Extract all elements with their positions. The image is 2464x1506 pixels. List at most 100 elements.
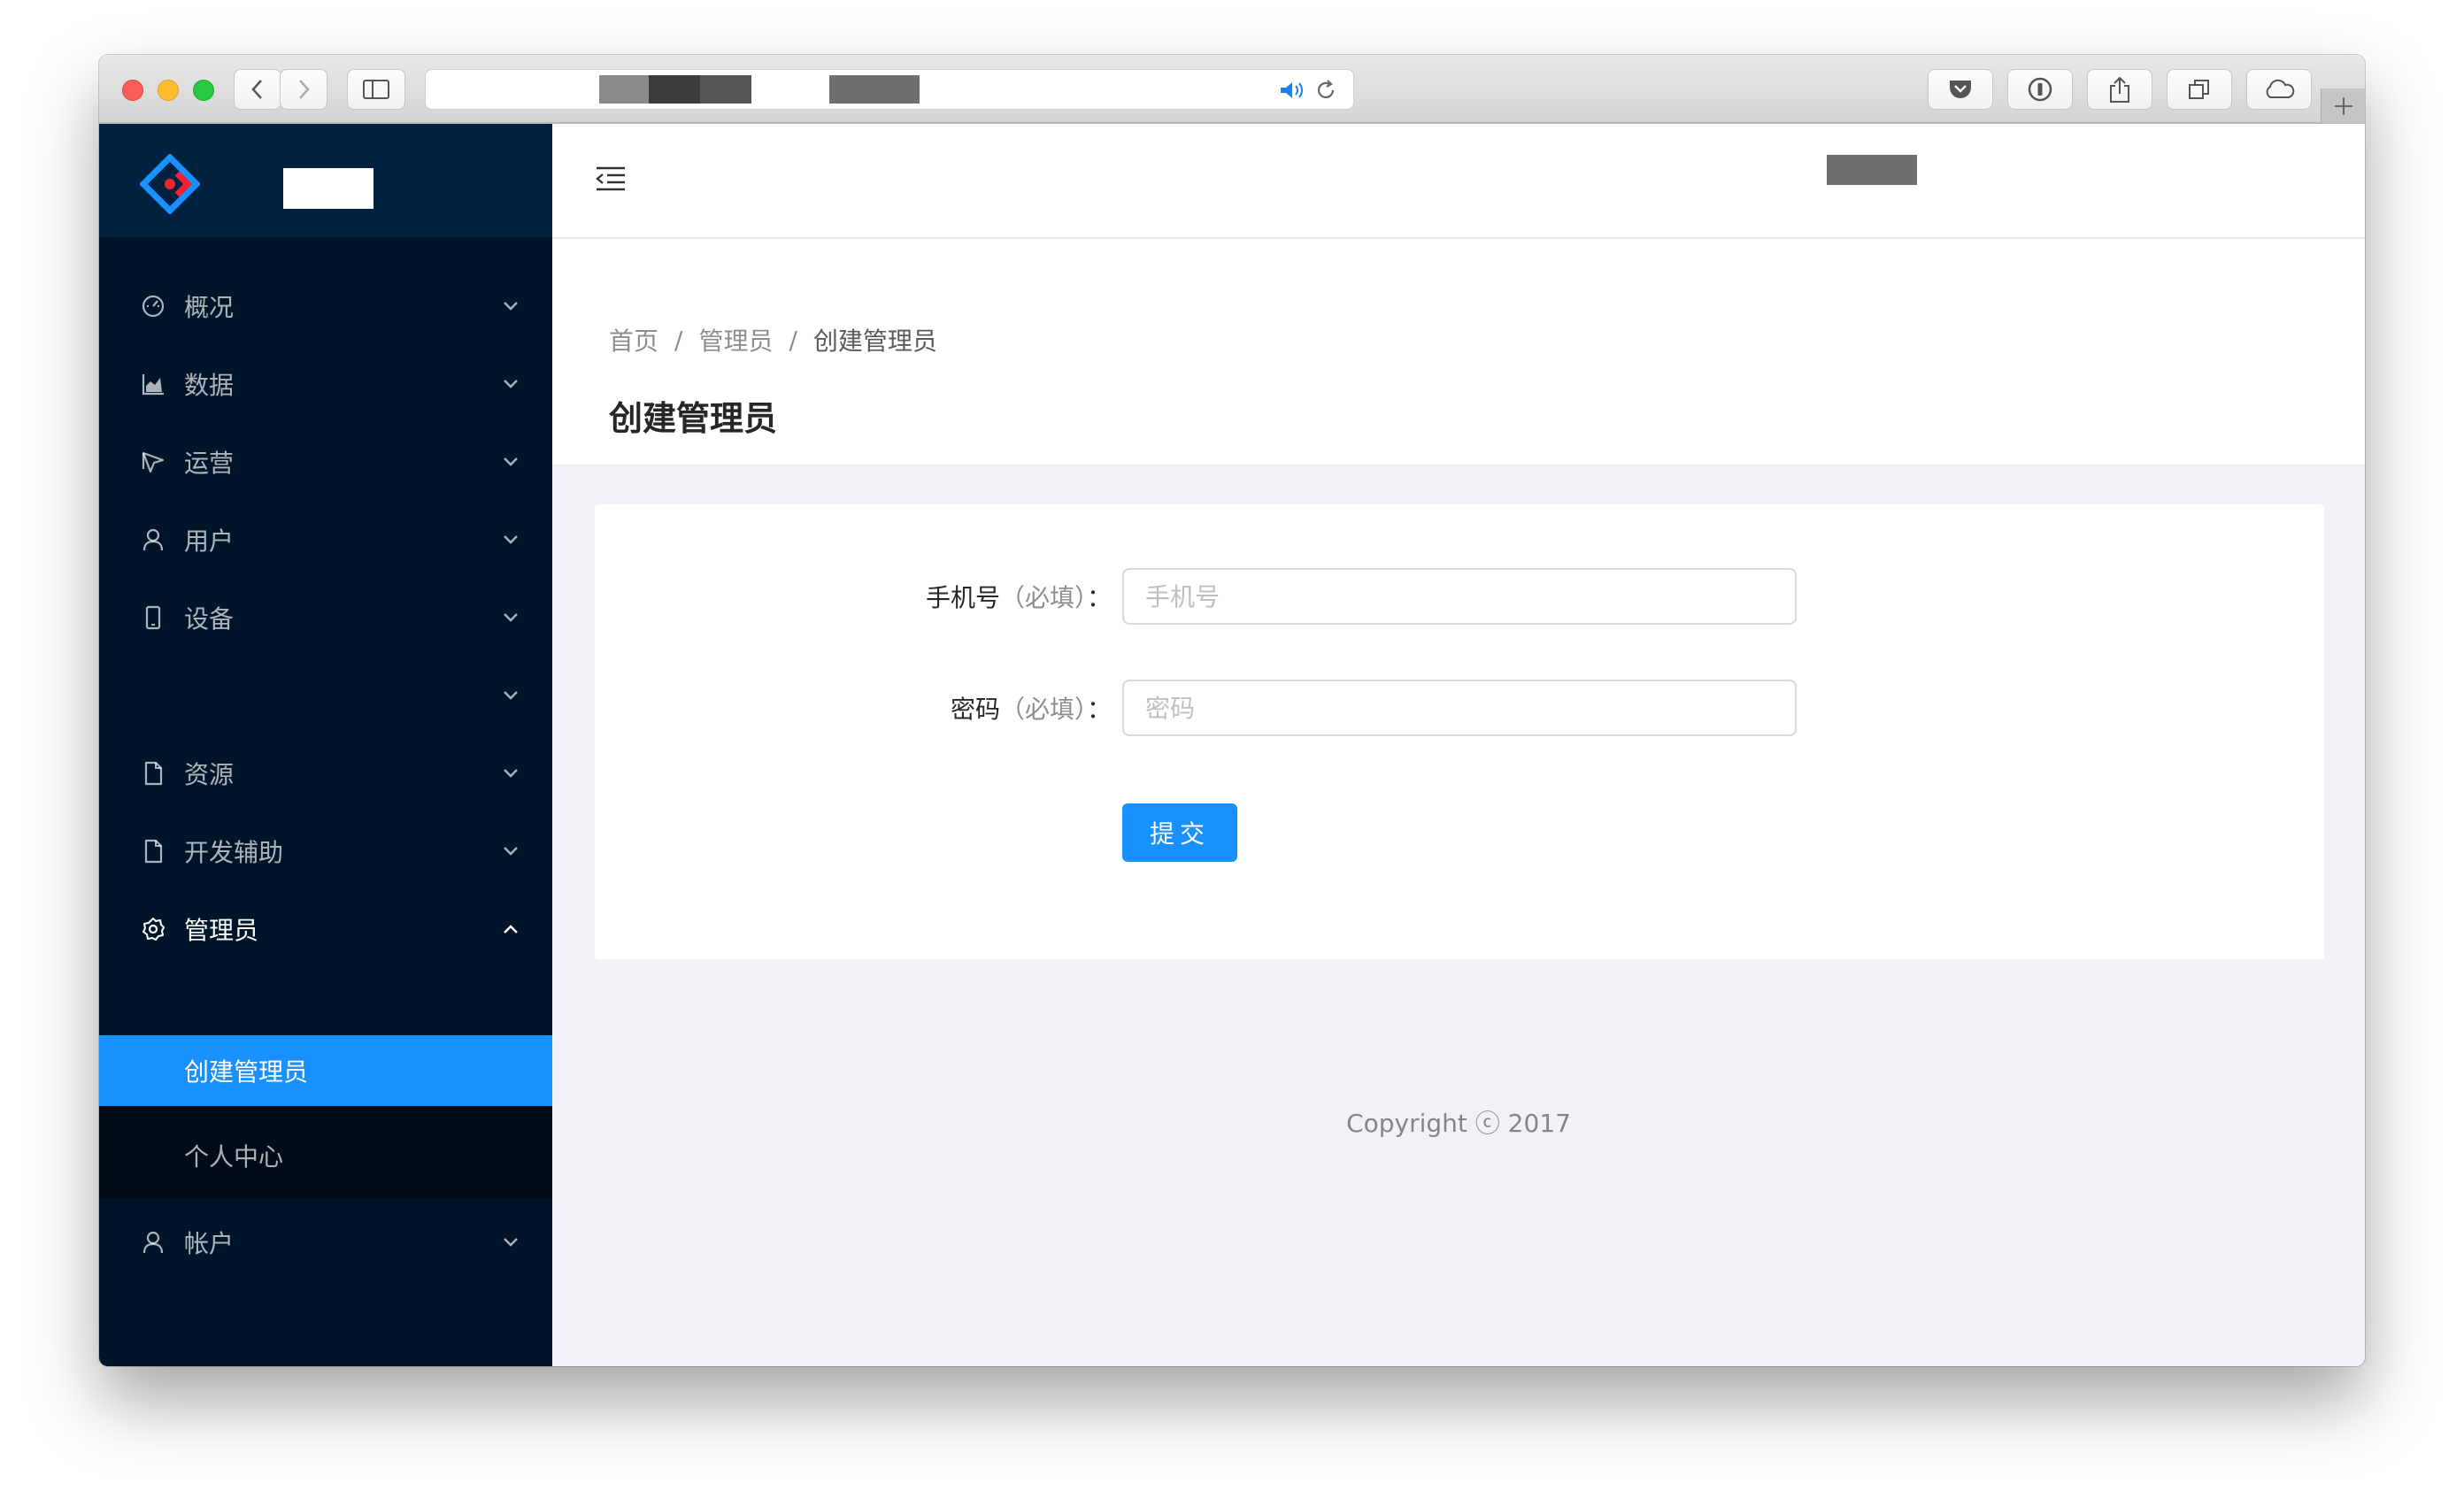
menu-item-operations[interactable]: 运营 <box>99 423 552 501</box>
dashboard-icon <box>140 293 166 319</box>
menu-fold-icon[interactable] <box>595 163 627 195</box>
new-tab-button[interactable] <box>2321 88 2365 124</box>
sidebar-header <box>99 124 552 237</box>
top-header <box>552 124 2365 237</box>
menu-item-data[interactable]: 数据 <box>99 345 552 423</box>
logo-icon[interactable] <box>140 154 200 214</box>
breadcrumb-current: 创建管理员 <box>812 327 937 356</box>
breadcrumb-admins-link[interactable]: 管理员 <box>698 322 773 357</box>
back-button[interactable] <box>234 69 281 110</box>
page-title: 创建管理员 <box>609 399 778 438</box>
password-manager-button[interactable] <box>2007 69 2073 110</box>
chevron-right-icon <box>299 80 310 99</box>
password-manager-icon <box>2028 77 2052 102</box>
menu-item-dev-tools[interactable]: 开发辅助 <box>99 812 552 890</box>
page-header: 首页 / 管理员 / 创建管理员 创建管理员 <box>552 239 2365 465</box>
address-bar[interactable] <box>425 69 1354 110</box>
redacted-block <box>599 75 649 104</box>
menu-item-label: 开发辅助 <box>184 838 284 867</box>
submenu-item-create-admin[interactable]: 创建管理员 <box>99 1035 552 1106</box>
zoom-window-button[interactable] <box>193 80 214 101</box>
reload-icon[interactable] <box>1314 79 1337 102</box>
required-hint: （必填） <box>999 583 1087 612</box>
menu-item-label: 数据 <box>184 371 235 400</box>
password-input[interactable] <box>1122 680 1797 736</box>
breadcrumb-home-link[interactable]: 首页 <box>609 322 658 357</box>
chevron-down-icon <box>501 841 520 861</box>
sidebar-toggle-button[interactable] <box>347 69 405 110</box>
file-icon <box>140 838 166 864</box>
pocket-icon <box>1950 81 1971 98</box>
redacted-block <box>700 75 751 104</box>
chevron-down-icon <box>501 296 520 316</box>
user-icon <box>140 526 166 553</box>
plus-icon <box>2334 97 2352 115</box>
share-icon <box>2110 76 2129 103</box>
browser-window: 概况 数据 运营 用户 设备 资源 开发辅助 管理员 创建管理员 个人中心 帐户… <box>99 55 2365 1366</box>
user-avatar-redacted[interactable] <box>1827 155 1917 185</box>
label-colon: ： <box>1086 695 1112 724</box>
cursor-icon <box>140 449 166 475</box>
chevron-down-icon <box>501 764 520 783</box>
menu-item-label: 运营 <box>184 449 235 478</box>
menu-item-account[interactable]: 帐户 <box>99 1203 552 1281</box>
menu-item-users[interactable]: 用户 <box>99 501 552 579</box>
menu-item-label: 管理员 <box>184 916 259 945</box>
label-colon: ： <box>1086 583 1112 612</box>
breadcrumb: 首页 / 管理员 / 创建管理员 <box>609 322 937 357</box>
speaker-icon[interactable] <box>1279 81 1309 100</box>
menu-item-unlabeled[interactable] <box>99 657 552 734</box>
area-chart-icon <box>140 371 166 397</box>
chevron-down-icon <box>501 374 520 394</box>
chevron-up-icon <box>501 919 520 939</box>
menu-item-label: 用户 <box>184 526 235 556</box>
submenu-item-label: 个人中心 <box>184 1142 284 1172</box>
redacted-block <box>829 75 920 104</box>
redacted-block <box>649 75 700 104</box>
breadcrumb-separator: / <box>674 325 683 355</box>
menu-item-label: 资源 <box>184 760 235 789</box>
sidebar-icon <box>363 80 389 99</box>
menu-item-label: 帐户 <box>184 1229 235 1258</box>
chevron-down-icon <box>501 608 520 627</box>
forward-button[interactable] <box>280 69 327 110</box>
submit-button[interactable]: 提交 <box>1122 803 1237 862</box>
chevron-down-icon <box>501 1233 520 1252</box>
close-window-button[interactable] <box>122 80 143 101</box>
phone-label-text: 手机号 <box>925 583 1000 612</box>
mobile-icon <box>140 604 166 631</box>
required-hint: （必填） <box>999 695 1087 724</box>
cloud-button[interactable] <box>2246 69 2312 110</box>
chevron-down-icon <box>501 530 520 549</box>
submenu-item-profile[interactable]: 个人中心 <box>99 1120 552 1191</box>
user-icon <box>140 1229 166 1256</box>
setting-icon <box>140 916 166 942</box>
minimize-window-button[interactable] <box>158 80 179 101</box>
pocket-button[interactable] <box>1928 69 1993 110</box>
menu-item-overview[interactable]: 概况 <box>99 267 552 345</box>
menu-item-resources[interactable]: 资源 <box>99 734 552 812</box>
chevron-left-icon <box>251 80 262 99</box>
menu-item-label: 设备 <box>184 604 235 634</box>
chevron-down-icon <box>501 686 520 705</box>
browser-toolbar <box>99 55 2365 124</box>
tabs-icon <box>2189 80 2209 99</box>
password-label-text: 密码 <box>950 695 1000 724</box>
chevron-down-icon <box>501 452 520 472</box>
file-icon <box>140 760 166 787</box>
phone-input[interactable] <box>1122 568 1797 625</box>
phone-label: 手机号（必填）： <box>713 579 1112 614</box>
submenu-item-label: 创建管理员 <box>184 1057 309 1087</box>
logo-title-redacted <box>283 168 373 209</box>
form-card: 手机号（必填）： 密码（必填）： 提交 <box>595 504 2324 959</box>
tabs-overview-button[interactable] <box>2167 69 2232 110</box>
password-label: 密码（必填）： <box>713 690 1112 726</box>
cloud-icon <box>2266 79 2295 98</box>
share-button[interactable] <box>2087 69 2152 110</box>
breadcrumb-separator: / <box>789 325 797 355</box>
menu-item-devices[interactable]: 设备 <box>99 579 552 657</box>
menu-item-admins[interactable]: 管理员 <box>99 890 552 968</box>
sidebar: 概况 数据 运营 用户 设备 资源 开发辅助 管理员 创建管理员 个人中心 帐户 <box>99 124 552 1366</box>
footer-copyright: Copyright ⓒ 2017 <box>1346 1109 1571 1138</box>
menu-item-label: 概况 <box>184 293 235 322</box>
